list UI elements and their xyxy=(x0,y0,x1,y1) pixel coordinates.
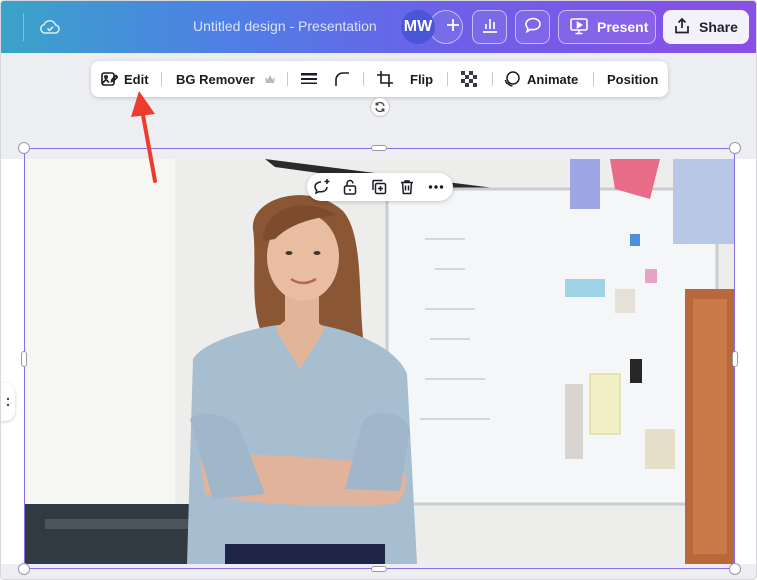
resize-handle-left[interactable] xyxy=(21,351,27,367)
crop-icon xyxy=(376,70,394,88)
rotate-icon xyxy=(374,101,386,113)
canva-editor: Untitled design - Presentation MW Presen… xyxy=(0,0,757,580)
position-label: Position xyxy=(607,71,659,87)
cloud-saved-icon[interactable] xyxy=(38,15,62,39)
selection-box xyxy=(24,148,735,569)
flip-label: Flip xyxy=(410,71,434,87)
present-icon xyxy=(559,17,597,38)
share-button[interactable]: Share xyxy=(663,10,749,44)
resize-handle-bottom-right[interactable] xyxy=(729,563,741,575)
flip-button[interactable]: Flip xyxy=(410,61,433,97)
bg-remover-label: BG Remover xyxy=(176,71,255,87)
animate-icon xyxy=(503,70,521,88)
plus-icon xyxy=(446,18,460,37)
bar-chart-icon xyxy=(481,16,499,39)
annotation-arrow xyxy=(131,91,157,183)
corner-rounding-icon xyxy=(333,70,351,88)
toolbar-divider xyxy=(492,72,493,86)
share-label: Share xyxy=(699,19,738,35)
insights-button[interactable] xyxy=(472,10,507,44)
crown-icon xyxy=(264,74,276,85)
present-button[interactable]: Present xyxy=(558,10,656,44)
resize-handle-top-right[interactable] xyxy=(729,142,741,154)
toolbar-divider xyxy=(447,72,448,86)
crop-button[interactable] xyxy=(376,61,394,97)
share-icon xyxy=(663,17,699,38)
topbar-divider xyxy=(23,13,24,41)
design-title[interactable]: Untitled design - Presentation xyxy=(193,18,377,34)
lock-icon[interactable] xyxy=(340,177,360,197)
duplicate-icon[interactable] xyxy=(369,177,389,197)
add-comment-icon[interactable] xyxy=(312,177,332,197)
transparency-button[interactable] xyxy=(460,61,478,97)
toolbar-divider xyxy=(287,72,288,86)
toolbar-divider xyxy=(593,72,594,86)
toolbar-divider xyxy=(161,72,162,86)
animate-button[interactable]: Animate xyxy=(503,61,578,97)
edit-image-icon xyxy=(100,70,118,88)
present-label: Present xyxy=(597,19,649,35)
corner-rounding-button[interactable] xyxy=(333,61,351,97)
rotate-handle[interactable] xyxy=(370,97,390,117)
comment-icon xyxy=(524,16,542,39)
resize-handle-bottom[interactable] xyxy=(371,566,387,572)
border-style-icon xyxy=(300,71,318,87)
border-style-button[interactable] xyxy=(300,61,318,97)
top-bar: Untitled design - Presentation MW Presen… xyxy=(1,1,756,53)
resize-handle-top[interactable] xyxy=(371,145,387,151)
delete-icon[interactable] xyxy=(397,177,417,197)
image-toolbar: Edit BG Remover Flip Animate Position xyxy=(91,61,668,97)
toolbar-divider xyxy=(363,72,364,86)
resize-handle-bottom-left[interactable] xyxy=(18,563,30,575)
element-context-toolbar xyxy=(307,173,453,201)
position-button[interactable]: Position xyxy=(607,61,658,97)
avatar[interactable]: MW xyxy=(401,10,435,44)
comments-button[interactable] xyxy=(515,10,550,44)
bg-remover-button[interactable]: BG Remover xyxy=(176,61,276,97)
side-panel-toggle[interactable] xyxy=(1,383,15,421)
animate-label: Animate xyxy=(527,71,579,87)
edit-label: Edit xyxy=(124,71,149,87)
more-icon[interactable] xyxy=(426,177,446,197)
more-vertical-icon xyxy=(6,396,10,408)
resize-handle-top-left[interactable] xyxy=(18,142,30,154)
resize-handle-right[interactable] xyxy=(732,351,738,367)
transparency-icon xyxy=(460,70,478,88)
